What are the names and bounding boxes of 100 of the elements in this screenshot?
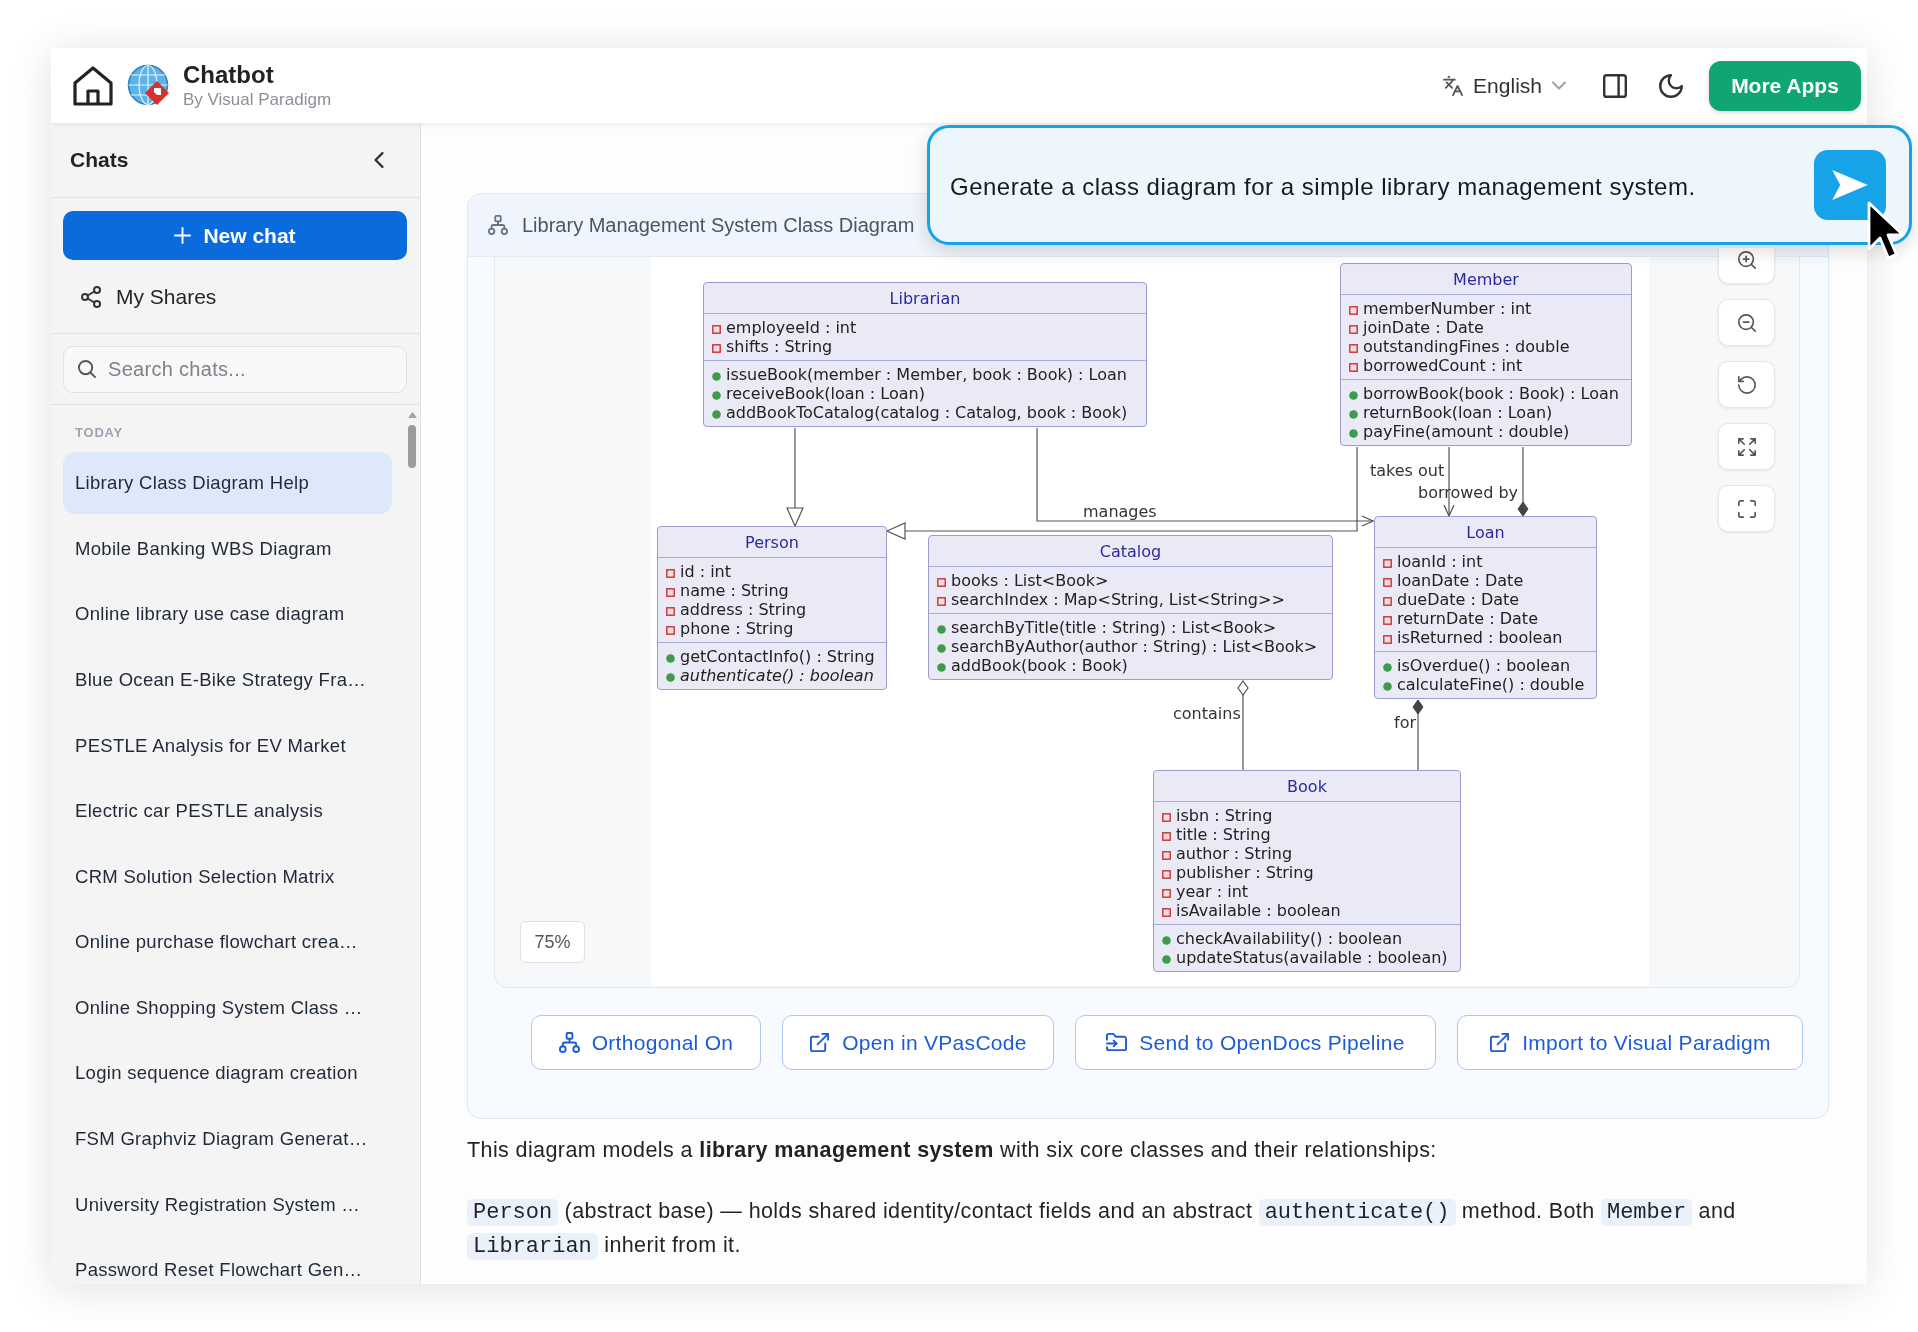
chat-item[interactable]: University Registration System … (63, 1173, 392, 1236)
app-title: Chatbot (183, 60, 275, 89)
attribute-text: isAvailable : boolean (1176, 901, 1341, 920)
hierarchy-icon (488, 215, 508, 235)
relation-label: takes out (1370, 461, 1445, 480)
plus-icon (174, 227, 192, 244)
method-text: addBookToCatalog(catalog : Catalog, book : Book) (726, 403, 1128, 422)
method-text: payFine(amount : double) (1363, 422, 1570, 441)
chat-item[interactable]: Electric car PESTLE analysis (63, 779, 392, 842)
zoom-out-button[interactable] (1718, 299, 1775, 346)
chat-item[interactable]: Online purchase flowchart crea… (63, 911, 392, 974)
attribute-text: outstandingFines : double (1363, 337, 1570, 356)
method-text: calculateFine() : double (1397, 675, 1585, 694)
zoom-level-indicator: 75% (520, 921, 585, 963)
expand-arrows-icon (1736, 436, 1757, 457)
attribute-text: address : String (680, 600, 807, 619)
reset-view-button[interactable] (1718, 361, 1775, 408)
attribute-text: phone : String (680, 619, 794, 638)
chat-item[interactable]: CRM Solution Selection Matrix (63, 845, 392, 908)
class-name: Book (1287, 776, 1327, 796)
external-link-icon (809, 1032, 831, 1053)
method-text: isOverdue() : boolean (1397, 656, 1571, 675)
method-text: authenticate() : boolean (680, 666, 874, 685)
relation-label: contains (1173, 704, 1241, 723)
method-text: borrowBook(book : Book) : Loan (1363, 384, 1619, 403)
folder-arrow-icon (1106, 1032, 1128, 1053)
method-text: issueBook(member : Member, book : Book) : Loan (726, 365, 1127, 384)
method-text: searchByAuthor(author : String) : List<Book> (951, 637, 1318, 656)
chat-item[interactable]: Online Shopping System Class … (63, 976, 392, 1039)
new-chat-button[interactable]: New chat (63, 211, 407, 260)
method-text: searchByTitle(title : String) : List<Book> (951, 618, 1277, 637)
method-text: returnBook(loan : Loan) (1363, 403, 1553, 422)
sidebar-title: Chats (70, 147, 129, 174)
method-text: checkAvailability() : boolean (1176, 929, 1403, 948)
message-text: Person (abstract base) — holds shared identity/contact fields and an abstract authenticate() method. Both Member and Librarian inherit from it. (467, 1195, 1829, 1263)
attribute-text: employeeId : int (726, 318, 857, 337)
method-text: getContactInfo() : String (680, 647, 875, 666)
zoom-in-icon (1736, 250, 1757, 270)
attribute-text: id : int (680, 562, 732, 581)
language-select[interactable]: English (1443, 69, 1566, 102)
chat-item[interactable]: Login sequence diagram creation (63, 1042, 392, 1105)
chevron-down-icon (1552, 81, 1566, 90)
chat-item[interactable]: FSM Graphviz Diagram Generat… (63, 1107, 392, 1170)
attribute-text: loanDate : Date (1397, 571, 1524, 590)
panel-icon[interactable] (1603, 73, 1627, 98)
class-name: Librarian (889, 288, 961, 308)
attribute-text: borrowedCount : int (1363, 356, 1523, 375)
chevron-left-icon[interactable] (374, 152, 384, 168)
action-button[interactable]: Send to OpenDocs Pipeline (1075, 1015, 1436, 1070)
chat-item[interactable]: Online library use case diagram (63, 583, 392, 646)
search-field[interactable]: Search chats... (63, 346, 407, 393)
class-name: Member (1453, 269, 1519, 289)
attribute-text: returnDate : Date (1397, 609, 1538, 628)
attribute-text: isbn : String (1176, 806, 1273, 825)
zoom-in-button[interactable] (1718, 248, 1775, 284)
attribute-text: dueDate : Date (1397, 590, 1520, 609)
card-title: Library Management System Class Diagram (522, 213, 915, 238)
composition-connector (1517, 446, 1529, 517)
send-button[interactable] (1814, 150, 1886, 220)
method-text: addBook(book : Book) (951, 656, 1128, 675)
prompt-text: Generate a class diagram for a simple library management system. (950, 172, 1696, 202)
action-button[interactable]: Import to Visual Paradigm (1457, 1015, 1803, 1070)
zoom-out-icon (1736, 312, 1757, 333)
attribute-text: author : String (1176, 844, 1293, 863)
method-text: receiveBook(loan : Loan) (726, 384, 925, 403)
fit-view-button[interactable] (1718, 423, 1775, 470)
app-subtitle: By Visual Paradigm (183, 88, 332, 111)
chat-item[interactable]: Library Class Diagram Help (63, 452, 392, 514)
fullscreen-button[interactable] (1718, 485, 1775, 532)
attribute-text: year : int (1176, 882, 1249, 901)
attribute-text: isReturned : boolean (1397, 628, 1563, 647)
attribute-text: books : List<Book> (951, 571, 1109, 590)
attribute-text: memberNumber : int (1363, 299, 1532, 318)
my-shares-link[interactable]: My Shares (80, 280, 217, 313)
attribute-text: searchIndex : Map<String, List<String>> (951, 590, 1285, 609)
send-icon (1831, 169, 1869, 201)
moon-icon[interactable] (1659, 73, 1683, 98)
action-button[interactable]: Open in VPasCode (782, 1015, 1054, 1070)
external-link-icon (1489, 1032, 1511, 1053)
attribute-text: shifts : String (726, 337, 833, 356)
chat-item[interactable]: Password Reset Flowchart Gen… (63, 1239, 392, 1284)
scrollbar-thumb[interactable] (408, 425, 416, 468)
chat-item[interactable]: Blue Ocean E-Bike Strategy Fra… (63, 648, 392, 711)
chat-item[interactable]: Mobile Banking WBS Diagram (63, 517, 392, 580)
chat-item[interactable]: PESTLE Analysis for EV Market (63, 714, 392, 777)
rotate-left-icon (1736, 374, 1757, 395)
globe-logo-icon (127, 63, 171, 108)
home-icon[interactable] (73, 65, 113, 106)
attribute-text: publisher : String (1176, 863, 1314, 882)
attribute-text: joinDate : Date (1363, 318, 1484, 337)
relation-label: manages (1083, 502, 1157, 521)
method-text: updateStatus(available : boolean) (1176, 948, 1448, 967)
relation-label: for (1394, 713, 1416, 732)
section-label: TODAY (74, 425, 124, 441)
fullscreen-icon (1736, 498, 1757, 519)
relation-label: borrowed by (1418, 483, 1519, 502)
search-icon (78, 360, 96, 378)
action-button[interactable]: Orthogonal On (531, 1015, 761, 1070)
attribute-text: loanId : int (1397, 552, 1483, 571)
share-icon (80, 285, 102, 308)
